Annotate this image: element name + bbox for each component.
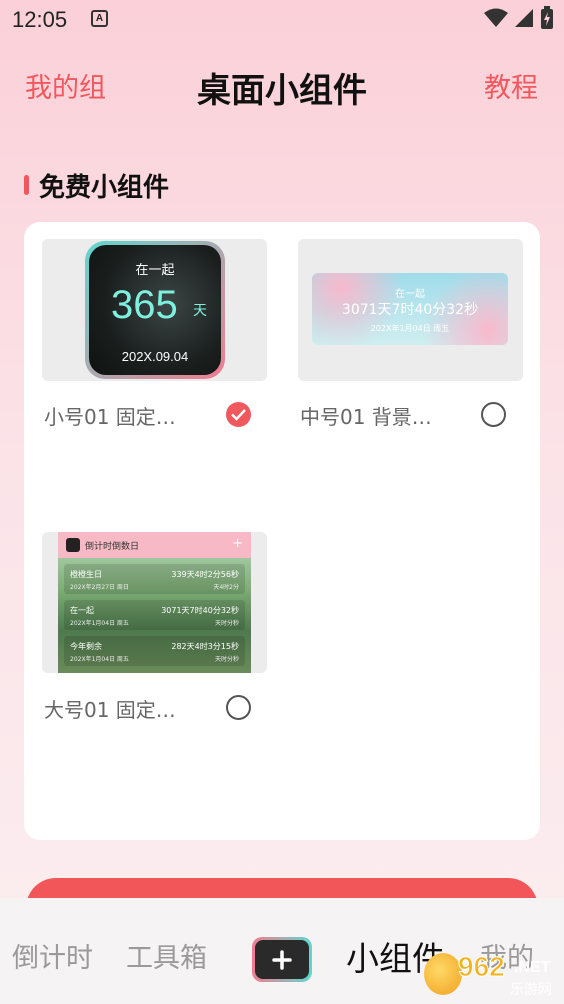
status-time: 12:05 (12, 7, 68, 32)
row-value: 3071天7时40分32秒 (161, 606, 239, 615)
medium-widget-body: 在一起 3071天7时40分32秒 202X年1月04日 周五 (312, 273, 508, 345)
widget-preview-large[interactable]: 倒计时倒数日 + 橙橙生日 339天4时2分56秒 202X年2月27日 周日 … (42, 532, 267, 673)
small-widget-frame: 在一起 365 天 202X.09.04 (85, 241, 225, 379)
large-widget-row-2: 在一起 3071天7时40分32秒 202X年1月04日 周五 天时分秒 (64, 600, 245, 630)
widget-panel: 在一起 365 天 202X.09.04 小号01 固定… 在一起 3071天7… (24, 222, 540, 840)
widget-card-large[interactable]: 倒计时倒数日 + 橙橙生日 339天4时2分56秒 202X年2月27日 周日 … (42, 532, 267, 732)
widget-card-medium[interactable]: 在一起 3071天7时40分32秒 202X年1月04日 周五 中号01 背景… (298, 239, 523, 439)
wifi-icon (484, 8, 508, 27)
status-bar: 12:05 A (0, 0, 564, 38)
section-title: 免费小组件 (39, 172, 170, 203)
large-widget-row-3: 今年剩余 282天4时3分15秒 202X年1月04日 周五 天时分秒 (64, 636, 245, 666)
tab-countdown[interactable]: 倒计时 (12, 936, 93, 975)
medium-widget-value: 3071天7时40分32秒 (341, 302, 479, 318)
small-widget-top: 在一起 (135, 263, 175, 278)
large-widget-header: 倒计时倒数日 + (58, 532, 251, 558)
row-value: 282天4时3分15秒 (171, 642, 239, 651)
row-value: 339天4时2分56秒 (171, 570, 239, 579)
add-button[interactable] (252, 937, 312, 982)
row-sub-left: 202X年2月27日 周日 (70, 584, 129, 591)
widget-label-medium: 中号01 背景… (300, 405, 432, 429)
widget-label-small: 小号01 固定… (44, 405, 176, 429)
small-widget-value: 365 (111, 283, 178, 327)
tab-toolbox[interactable]: 工具箱 (126, 936, 207, 975)
large-widget-body: 倒计时倒数日 + 橙橙生日 339天4时2分56秒 202X年2月27日 周日 … (58, 532, 251, 673)
large-widget-plus-icon[interactable]: + (232, 536, 243, 551)
widget-preview-medium[interactable]: 在一起 3071天7时40分32秒 202X年1月04日 周五 (298, 239, 523, 381)
widget-select-medium[interactable] (481, 402, 506, 427)
watermark-number: 962 (458, 951, 506, 983)
small-widget-body: 在一起 365 天 202X.09.04 (89, 245, 221, 375)
large-widget-title: 倒计时倒数日 (85, 542, 140, 552)
widget-preview-small[interactable]: 在一起 365 天 202X.09.04 (42, 239, 267, 381)
row-sub-left: 202X年1月04日 周五 (70, 620, 129, 627)
watermark-suffix: .NET (514, 959, 551, 976)
row-name: 在一起 (70, 606, 94, 615)
medium-widget-date: 202X年1月04日 周五 (370, 324, 450, 333)
watermark-sub: 乐游网 (510, 982, 552, 998)
row-name: 今年剩余 (70, 642, 102, 651)
plus-icon (255, 940, 309, 979)
section-accent-bar (24, 175, 29, 195)
row-sub-right: 天时分秒 (214, 656, 239, 663)
app-header: 我的组 桌面小组件 教程 (0, 58, 564, 111)
signal-icon (515, 9, 533, 27)
widget-label-large: 大号01 固定… (44, 698, 176, 722)
check-icon (231, 409, 246, 421)
battery-icon (541, 6, 553, 29)
widget-select-large[interactable] (226, 695, 251, 720)
notification-icon: A (91, 10, 108, 27)
large-widget-row-1: 橙橙生日 339天4时2分56秒 202X年2月27日 周日 天4时2分 (64, 564, 245, 594)
widget-select-small[interactable] (226, 402, 251, 427)
status-icons (484, 6, 554, 30)
app-logo-icon (66, 538, 80, 552)
widget-card-small[interactable]: 在一起 365 天 202X.09.04 小号01 固定… (42, 239, 267, 439)
watermark-logo-icon (424, 953, 462, 995)
row-sub-right: 天时分秒 (214, 620, 239, 627)
section-heading: 免费小组件 (24, 168, 170, 203)
small-widget-date: 202X.09.04 (121, 349, 189, 364)
row-name: 橙橙生日 (70, 570, 102, 579)
page-title: 桌面小组件 (197, 71, 367, 111)
tutorial-link[interactable]: 教程 (484, 66, 538, 105)
row-sub-left: 202X年1月04日 周五 (70, 656, 129, 663)
medium-widget-top: 在一起 (395, 289, 425, 300)
small-widget-unit: 天 (193, 303, 207, 319)
row-sub-right: 天4时2分 (213, 584, 239, 591)
site-watermark: 962 .NET 乐游网 (424, 951, 560, 999)
